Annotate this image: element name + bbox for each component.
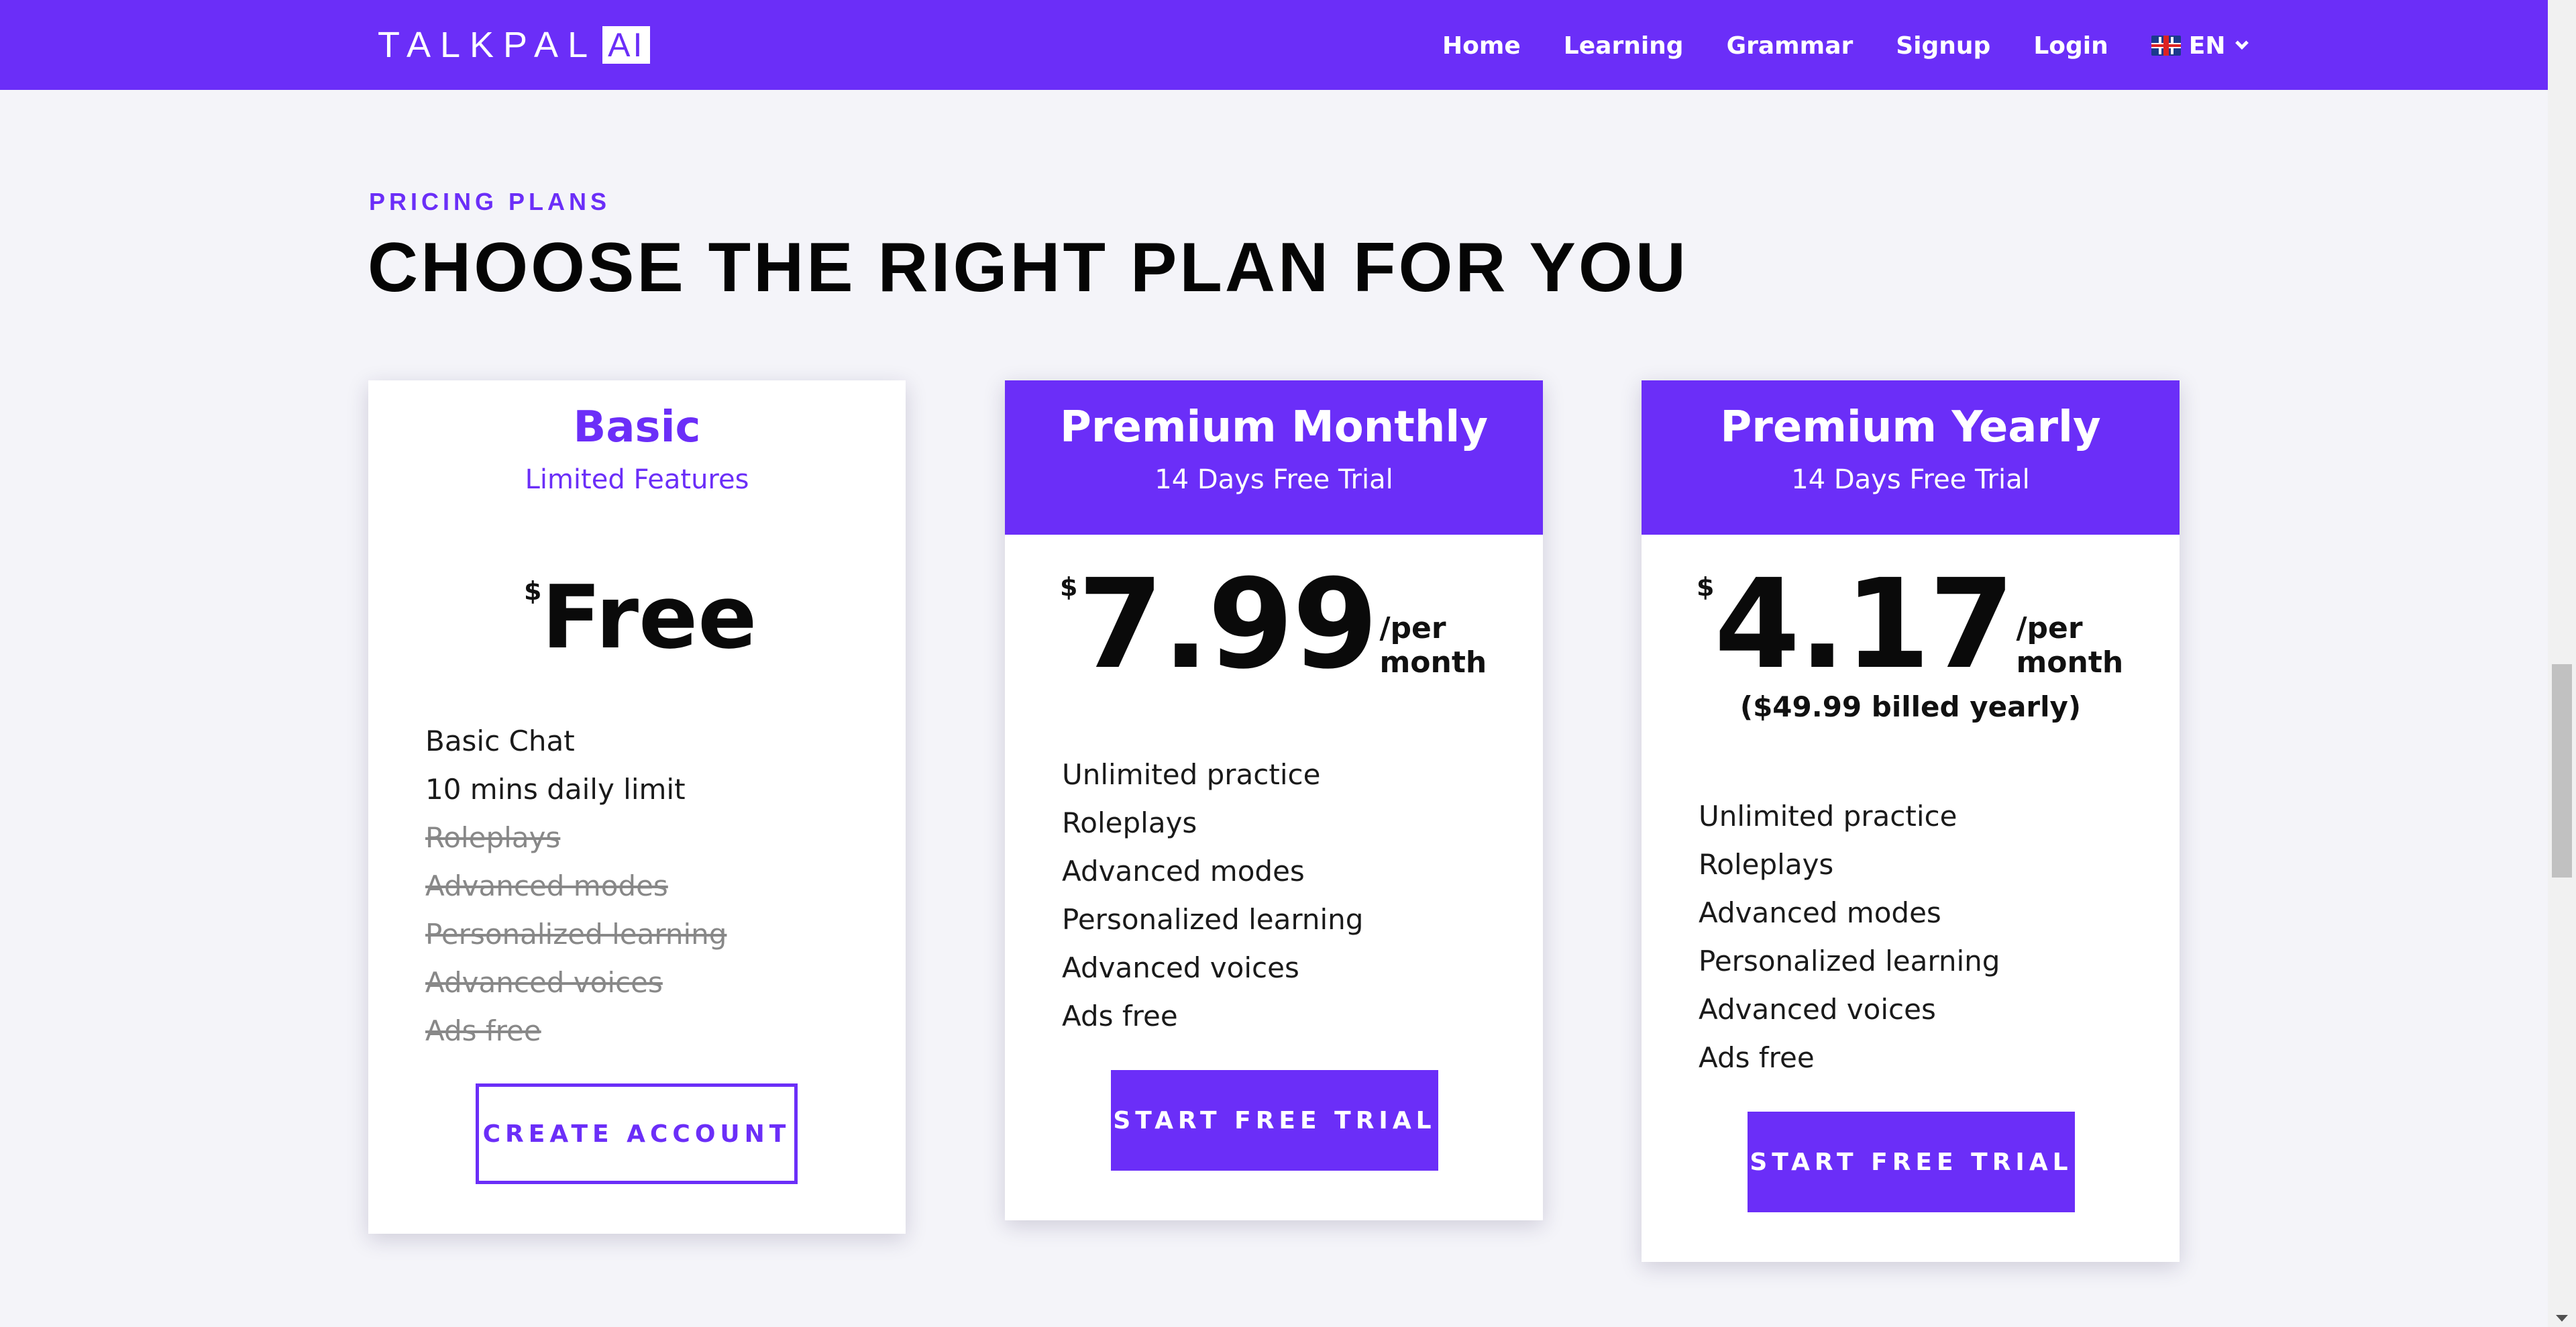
feature-item-excluded: Personalized learning — [425, 918, 727, 951]
plan-name: Premium Yearly — [1720, 403, 2101, 452]
feature-item: Ads free — [1062, 1000, 1178, 1032]
top-navigation-bar: TALKPAL AI Home Learning Grammar Signup … — [0, 0, 2548, 90]
plan-name: Basic — [573, 403, 701, 452]
feature-item: 10 mins daily limit — [425, 773, 686, 806]
logo-text: TALKPAL — [378, 25, 598, 65]
scrollbar-thumb[interactable] — [2552, 664, 2572, 878]
feature-item: Advanced voices — [1062, 951, 1299, 984]
feature-list: Unlimited practice Roleplays Advanced mo… — [1062, 751, 1363, 1041]
scroll-down-arrow-icon[interactable] — [2556, 1315, 2568, 1322]
logo-ai-badge: AI — [602, 26, 651, 64]
plan-card-premium-yearly: Premium Yearly 14 Days Free Trial $ 4.17… — [1642, 380, 2180, 1262]
plan-card-header: Premium Monthly 14 Days Free Trial — [1005, 380, 1543, 535]
feature-item-excluded: Advanced modes — [425, 869, 668, 902]
plan-name: Premium Monthly — [1059, 403, 1489, 452]
plan-price: $ Free — [524, 567, 757, 668]
price-currency: $ — [1060, 572, 1078, 602]
price-amount: 7.99 — [1077, 553, 1378, 696]
feature-item: Advanced modes — [1062, 855, 1305, 888]
language-code: EN — [2188, 32, 2226, 60]
nav-learning-link[interactable]: Learning — [1564, 32, 1684, 60]
feature-item: Personalized learning — [1699, 945, 2000, 977]
plan-card-basic: Basic Limited Features $ Free Basic Chat… — [368, 380, 906, 1234]
plan-price: $ 4.17 /per month — [1697, 563, 2180, 686]
plan-subtitle: 14 Days Free Trial — [1791, 464, 2030, 495]
price-currency: $ — [524, 576, 542, 606]
feature-item: Personalized learning — [1062, 903, 1364, 936]
billed-yearly-note: ($49.99 billed yearly) — [1739, 690, 2082, 723]
feature-item: Advanced modes — [1699, 896, 1941, 929]
nav-signup-link[interactable]: Signup — [1896, 32, 1990, 60]
plan-price: $ 7.99 /per month — [1060, 563, 1543, 686]
uk-flag-icon — [2151, 36, 2181, 56]
start-free-trial-monthly-button[interactable]: START FREE TRIAL — [1111, 1070, 1438, 1171]
create-account-button[interactable]: CREATE ACCOUNT — [476, 1083, 798, 1184]
pricing-title: CHOOSE THE RIGHT PLAN FOR YOU — [368, 229, 1688, 307]
page-scrollbar[interactable] — [2548, 0, 2576, 1327]
plan-card-header: Premium Yearly 14 Days Free Trial — [1642, 380, 2180, 535]
feature-item: Roleplays — [1062, 806, 1197, 839]
price-amount: 4.17 — [1714, 553, 2015, 696]
feature-list: Unlimited practice Roleplays Advanced mo… — [1699, 792, 2000, 1082]
nav-home-link[interactable]: Home — [1442, 32, 1521, 60]
feature-item: Roleplays — [1699, 848, 1834, 881]
feature-item-excluded: Advanced voices — [425, 966, 663, 999]
price-period: /per month — [1379, 611, 1487, 680]
plan-subtitle: Limited Features — [525, 464, 749, 495]
price-currency: $ — [1697, 572, 1715, 602]
language-selector[interactable]: EN — [2151, 32, 2249, 60]
chevron-down-icon — [2235, 36, 2249, 50]
feature-item: Advanced voices — [1699, 993, 1936, 1026]
feature-item: Ads free — [1699, 1041, 1815, 1074]
feature-item-excluded: Roleplays — [425, 821, 561, 854]
feature-item-excluded: Ads free — [425, 1014, 541, 1047]
price-period: /per month — [2016, 611, 2124, 680]
feature-item: Basic Chat — [425, 725, 575, 757]
nav-grammar-link[interactable]: Grammar — [1727, 32, 1854, 60]
plan-card-header: Basic Limited Features — [368, 380, 906, 535]
page: TALKPAL AI Home Learning Grammar Signup … — [0, 0, 2576, 1327]
feature-list: Basic Chat 10 mins daily limit Roleplays… — [425, 717, 727, 1055]
feature-item: Unlimited practice — [1062, 758, 1321, 791]
price-amount: Free — [541, 566, 757, 668]
plan-subtitle: 14 Days Free Trial — [1155, 464, 1393, 495]
main-nav: Home Learning Grammar Signup Login EN — [1442, 27, 2249, 64]
feature-item: Unlimited practice — [1699, 800, 1957, 833]
start-free-trial-yearly-button[interactable]: START FREE TRIAL — [1748, 1112, 2075, 1212]
plan-card-premium-monthly: Premium Monthly 14 Days Free Trial $ 7.9… — [1005, 380, 1543, 1220]
pricing-eyebrow: PRICING PLANS — [369, 188, 611, 215]
nav-login-link[interactable]: Login — [2033, 32, 2108, 60]
talkpal-logo[interactable]: TALKPAL AI — [378, 25, 651, 65]
